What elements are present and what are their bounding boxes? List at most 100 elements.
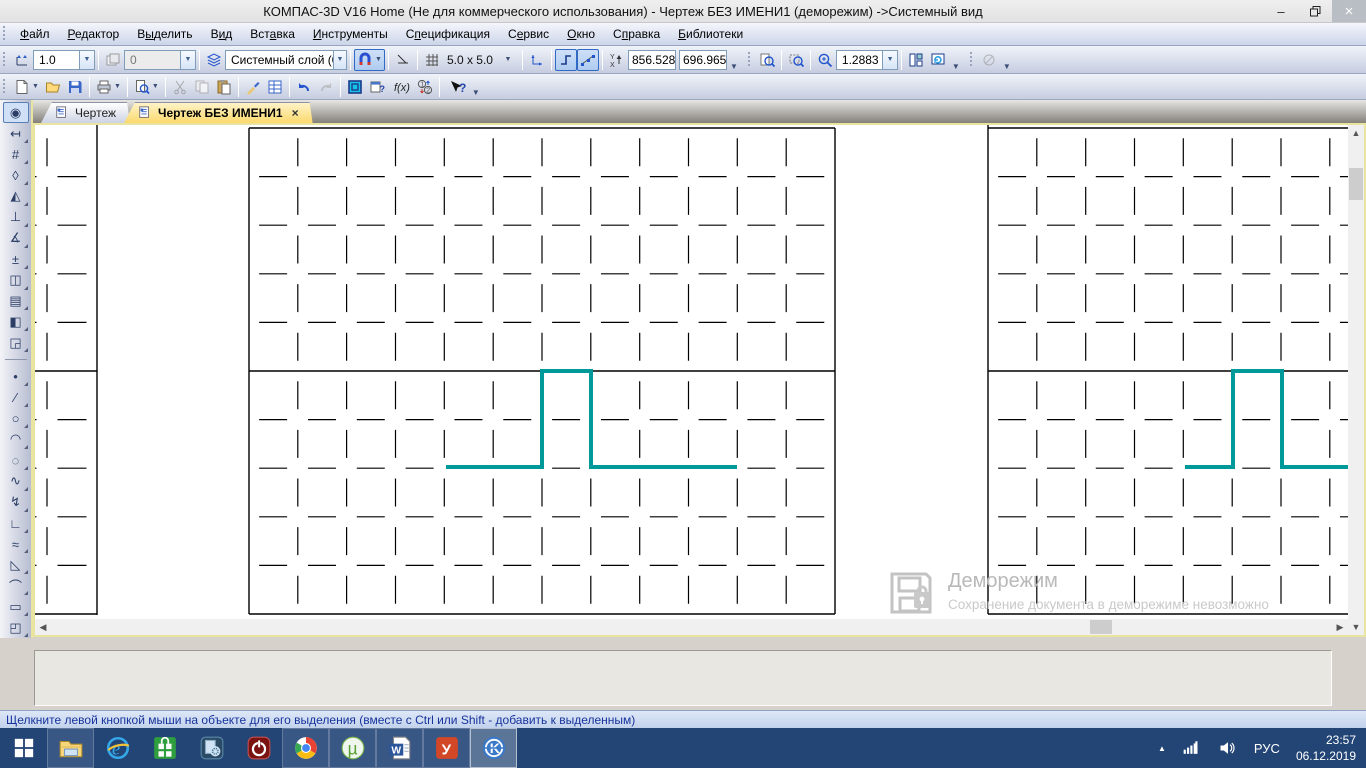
network-bars-icon[interactable] [1182, 738, 1202, 758]
menu-item-insert[interactable]: Вставка [241, 25, 304, 43]
polyline-tool-icon[interactable]: ∟ [3, 513, 29, 534]
task-window-icon[interactable]: ? [366, 76, 388, 98]
restore-button[interactable] [1298, 0, 1332, 22]
horizontal-scrollbar[interactable]: ◀ ▶ [35, 619, 1348, 635]
point-tool-icon[interactable]: • [3, 366, 29, 387]
layer-combo[interactable]: Системный слой (0) ▼ [225, 49, 347, 70]
scroll-up-icon[interactable]: ▲ [1348, 125, 1364, 141]
standard-overflow[interactable]: ▼ [469, 88, 483, 97]
internet-explorer-button[interactable]: e [94, 728, 141, 768]
ellipse-tool-icon[interactable]: ◌ [3, 450, 29, 471]
state-group-overflow[interactable]: ▼ [1000, 62, 1014, 71]
dimension-style-icon[interactable] [11, 49, 33, 71]
show-doc-window-icon[interactable] [344, 76, 366, 98]
segment-tool-icon[interactable]: ∕ [3, 387, 29, 408]
arc-tool-icon[interactable]: ◠ [3, 429, 29, 450]
y-coordinate-field[interactable]: 696.965 [678, 49, 727, 70]
variables-icon[interactable]: 12 [414, 76, 436, 98]
menu-item-view[interactable]: Вид [202, 25, 242, 43]
format-brush-icon[interactable] [242, 76, 264, 98]
menu-item-file[interactable]: Файл [11, 25, 59, 43]
new-doc-icon[interactable]: ▼ [11, 76, 42, 98]
menu-item-editor[interactable]: Редактор [59, 25, 129, 43]
open-folder-icon[interactable] [42, 76, 64, 98]
view-tool-icon[interactable]: ◫ [3, 270, 29, 291]
document-tab-1[interactable]: Чертеж [41, 102, 130, 123]
report-tool-icon[interactable]: ◧ [3, 311, 29, 332]
menu-item-select[interactable]: Выделить [128, 25, 201, 43]
menu-item-help[interactable]: Справка [604, 25, 669, 43]
refresh-icon[interactable] [927, 49, 949, 71]
menu-item-libraries[interactable]: Библиотеки [669, 25, 752, 43]
spline-tool-icon[interactable]: ∿ [3, 471, 29, 492]
specification-tool-icon[interactable]: ▤ [3, 291, 29, 312]
v-scroll-thumb[interactable] [1349, 168, 1363, 200]
zoom-combo[interactable]: 1.2883 ▼ [835, 49, 898, 70]
start-button[interactable] [0, 728, 47, 768]
hidden-icons-chevron[interactable]: ▲ [1158, 744, 1166, 753]
settings-tool-button[interactable] [188, 728, 235, 768]
fillet-tool-icon[interactable]: ⌒ [3, 575, 29, 596]
minimize-button[interactable]: – [1264, 0, 1298, 22]
lightning-tool-icon[interactable]: ↯ [3, 492, 29, 513]
chrome-button[interactable] [282, 728, 329, 768]
toolbar-grip[interactable] [968, 51, 974, 68]
drawing-canvas[interactable]: Деморежим Сохранение документа в демореж… [35, 125, 1348, 619]
speaker-icon[interactable] [1218, 738, 1238, 758]
explorer-button[interactable] [47, 728, 94, 768]
local-cs-icon[interactable] [526, 49, 548, 71]
dimensions-tool-icon[interactable]: ↤ [3, 123, 29, 144]
designations-tool-icon[interactable]: # [3, 144, 29, 165]
paste-icon[interactable] [213, 76, 235, 98]
doc-tree-icon[interactable] [905, 49, 927, 71]
close-button[interactable]: × [1332, 0, 1366, 22]
menu-item-specification[interactable]: Спецификация [397, 25, 499, 43]
properties-icon[interactable] [264, 76, 286, 98]
kompas-button[interactable]: K [470, 728, 517, 768]
fx-icon[interactable]: f(x) [388, 76, 414, 98]
print-preview-icon[interactable]: ▼ [131, 76, 162, 98]
chamfer-tool-icon[interactable]: ◺ [3, 554, 29, 575]
power-tool-button[interactable] [235, 728, 282, 768]
toolbar-grip[interactable] [2, 51, 7, 68]
angle-snap-icon[interactable] [392, 49, 414, 71]
document-tab-2[interactable]: Чертеж БЕЗ ИМЕНИ1 × [124, 102, 313, 123]
language-indicator[interactable]: РУС [1254, 741, 1280, 756]
coords-overflow[interactable]: ▼ [727, 62, 741, 71]
tab-close-icon[interactable]: × [292, 106, 299, 120]
vertical-scrollbar[interactable]: ▲ ▼ [1348, 125, 1364, 635]
utorrent-button[interactable]: µ [329, 728, 376, 768]
x-coordinate-field[interactable]: 856.528 [627, 49, 676, 70]
help-cursor-icon[interactable]: ? [443, 76, 469, 98]
layers-icon[interactable] [203, 49, 225, 71]
zoom-group-overflow[interactable]: ▼ [949, 62, 963, 71]
parameterization-tool-icon[interactable]: ⊥ [3, 207, 29, 228]
undo-icon[interactable] [293, 76, 315, 98]
editing-tool-icon[interactable]: ◭ [3, 186, 29, 207]
menu-item-service[interactable]: Сервис [499, 25, 558, 43]
grid-dropdown[interactable]: ▼ [497, 49, 519, 71]
circle-tool-icon[interactable]: ○ [3, 408, 29, 429]
insert-view-tool-icon[interactable]: ◲ [3, 332, 29, 353]
geometry-tool-icon[interactable]: ◉ [2, 102, 29, 124]
selection-tool-icon[interactable]: ± [3, 249, 29, 270]
scroll-left-icon[interactable]: ◀ [35, 619, 51, 635]
measure-tool-icon[interactable]: ∡ [3, 228, 29, 249]
ortho-icon[interactable] [554, 48, 577, 71]
word-button[interactable]: W [376, 728, 423, 768]
clock[interactable]: 23:57 06.12.2019 [1296, 732, 1356, 764]
scroll-down-icon[interactable]: ▼ [1348, 619, 1364, 635]
rectangle-tool-icon[interactable]: ▭ [3, 596, 29, 617]
bezier-tool-icon[interactable]: ≈ [3, 534, 29, 555]
print-icon[interactable]: ▼ [93, 76, 124, 98]
toolbar-grip[interactable] [746, 51, 752, 68]
h-scroll-thumb[interactable] [1090, 620, 1112, 634]
step-combo[interactable]: 1.0 ▼ [33, 49, 95, 70]
zoom-in-icon[interactable] [814, 49, 836, 71]
magnet-snap-icon[interactable]: ▼ [354, 48, 385, 71]
zoom-doc-icon[interactable] [756, 49, 778, 71]
designations-construction-tool-icon[interactable]: ◊ [3, 165, 29, 186]
collect-contour-tool-icon[interactable]: ◰ [3, 617, 29, 638]
save-icon[interactable] [64, 76, 86, 98]
zoom-area-icon[interactable] [785, 49, 807, 71]
